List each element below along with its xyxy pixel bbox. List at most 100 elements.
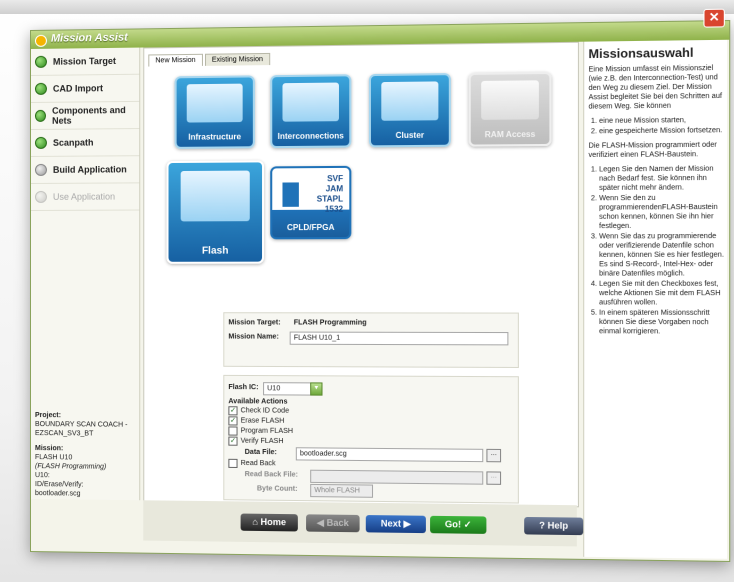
- help-intro: Eine Mission umfasst ein Missionsziel (w…: [588, 64, 722, 111]
- data-file-browse-button[interactable]: ...: [486, 448, 502, 463]
- help-flash-list: Legen Sie den Namen der Mission nach Bed…: [599, 164, 727, 336]
- infrastructure-icon: [186, 83, 243, 123]
- read-back-checkbox[interactable]: Read Back: [228, 458, 276, 469]
- sidebar-item-label: Use Application: [52, 191, 116, 202]
- checkbox-label: Read Back: [240, 459, 276, 468]
- format-label: SVF: [327, 174, 344, 184]
- cluster-tile[interactable]: Cluster: [368, 73, 451, 148]
- help-flash-intro: Die FLASH-Mission programmiert oder veri…: [588, 141, 717, 160]
- tab-existing-mission[interactable]: Existing Mission: [204, 52, 271, 66]
- mission-tabs: New Mission Existing Mission: [148, 52, 272, 67]
- flash-chip-icon: [180, 170, 250, 222]
- available-actions-heading: Available Actions: [228, 398, 288, 406]
- sidebar-item-label: Build Application: [52, 164, 127, 175]
- home-button[interactable]: ⌂ Home: [240, 513, 298, 532]
- list-item: Legen Sie den Namen der Mission nach Bed…: [599, 164, 727, 193]
- cpld-formats: SVF JAM STAPL 1532: [317, 174, 343, 215]
- check-id-code-checkbox[interactable]: ✓ Check ID Code: [228, 406, 289, 416]
- format-label: 1532: [324, 204, 344, 214]
- checkbox-checked-icon: ✓: [228, 406, 238, 416]
- tile-label: Interconnections: [277, 131, 344, 141]
- tab-new-mission[interactable]: New Mission: [148, 53, 203, 67]
- go-button[interactable]: Go! ✓: [430, 515, 487, 534]
- mission-name-label: Mission Name:: [228, 333, 279, 341]
- mission-line: (FLASH Programming): [34, 463, 107, 471]
- next-button[interactable]: Next ▶: [365, 515, 426, 534]
- status-green-icon: [34, 55, 47, 68]
- chevron-down-icon[interactable]: ▾: [310, 382, 323, 396]
- status-green-icon: [34, 109, 47, 122]
- list-item: In einem späteren Missionsschritt können…: [599, 309, 727, 337]
- interconnections-icon: [282, 82, 339, 122]
- verify-flash-checkbox[interactable]: ✓ Verify FLASH: [228, 436, 284, 447]
- tile-label: Flash: [201, 245, 229, 257]
- sidebar-item-label: Mission Target: [52, 55, 116, 67]
- checkbox-label: Program FLASH: [240, 427, 294, 436]
- home-button-label: Home: [260, 516, 287, 528]
- top-shadow-strip: [0, 0, 734, 14]
- cpld-fpga-tile[interactable]: SVF JAM STAPL 1532 CPLD/FPGA: [270, 165, 352, 240]
- sidebar-item-cad-import[interactable]: CAD Import: [30, 74, 140, 103]
- mission-name-input[interactable]: FLASH U10_1: [289, 331, 509, 346]
- mission-assist-window: Mission Assist ✕ Mission Target CAD Impo…: [30, 8, 731, 562]
- checkbox-unchecked-icon: [228, 426, 238, 436]
- mission-line: bootloader.scg: [34, 490, 81, 498]
- read-back-file-input: [310, 469, 484, 485]
- erase-flash-checkbox[interactable]: ✓ Erase FLASH: [228, 416, 284, 426]
- read-back-browse-button: ...: [486, 471, 502, 485]
- cluster-icon: [381, 81, 439, 121]
- sidebar-item-use-application: Use Application: [30, 183, 140, 211]
- tile-label: CPLD/FPGA: [286, 222, 335, 233]
- sidebar-item-label: CAD Import: [52, 83, 104, 94]
- list-item: eine gespeicherte Mission fortsetzen.: [599, 126, 727, 136]
- app-logo-icon: [34, 34, 47, 47]
- back-button-label: Back: [326, 517, 349, 529]
- window-title: Mission Assist: [50, 31, 128, 45]
- status-grey-icon: [34, 190, 47, 203]
- main-content: New Mission Existing Mission Infrastruct…: [143, 41, 579, 508]
- project-info: Project: BOUNDARY SCAN COACH - EZSCAN_SV…: [35, 411, 135, 499]
- sidebar-item-label: Scanpath: [52, 137, 94, 148]
- checkbox-unchecked-icon: [228, 458, 238, 468]
- byte-count-input: Whole FLASH: [310, 483, 374, 498]
- help-pane: Missionsauswahl Eine Mission umfasst ein…: [583, 39, 728, 559]
- format-label: JAM: [325, 184, 344, 194]
- checkbox-label: Check ID Code: [240, 407, 290, 415]
- help-button[interactable]: ? Help: [524, 516, 584, 536]
- mission-steps-sidebar: Mission Target CAD Import Components and…: [30, 47, 141, 501]
- tile-label: RAM Access: [484, 129, 536, 140]
- flash-tile[interactable]: Flash: [166, 160, 265, 264]
- mission-target-value: FLASH Programming: [293, 319, 367, 327]
- list-item: Legen Sie mit den Checkboxes fest, welch…: [599, 280, 727, 308]
- sidebar-item-scanpath[interactable]: Scanpath: [30, 129, 140, 157]
- program-flash-checkbox[interactable]: Program FLASH: [228, 426, 293, 436]
- mission-target-label: Mission Target:: [228, 319, 281, 327]
- checkbox-checked-icon: ✓: [228, 416, 238, 426]
- data-file-input[interactable]: bootloader.scg: [295, 447, 484, 463]
- list-item: Wenn Sie das zu programmierende oder ver…: [599, 232, 727, 279]
- list-item: eine neue Mission starten,: [599, 116, 727, 126]
- help-title: Missionsauswahl: [588, 45, 694, 62]
- close-button[interactable]: ✕: [703, 8, 725, 28]
- list-item: Wenn Sie den zu programmierendenFLASH-Ba…: [599, 193, 727, 231]
- infrastructure-tile[interactable]: Infrastructure: [174, 75, 255, 149]
- go-button-label: Go!: [444, 519, 462, 530]
- ram-access-icon: [481, 80, 539, 120]
- navigation-button-bar: ⌂ Home ◀ Back Next ▶ Go! ✓ ? Help: [143, 500, 584, 547]
- interconnections-tile[interactable]: Interconnections: [270, 74, 352, 149]
- sidebar-item-label: Components and Nets: [52, 105, 126, 126]
- ram-access-tile: RAM Access: [468, 71, 552, 147]
- status-grey-icon: [34, 163, 47, 176]
- checkbox-label: Verify FLASH: [240, 437, 284, 446]
- sidebar-item-build-application[interactable]: Build Application: [30, 156, 140, 184]
- help-intro-list: eine neue Mission starten, eine gespeich…: [599, 116, 727, 137]
- cpld-chip-icon: [282, 182, 299, 207]
- flash-settings-panel: Flash IC: U10 ▾ Available Actions ✓ Check…: [223, 374, 519, 504]
- sidebar-item-mission-target[interactable]: Mission Target: [30, 47, 140, 76]
- sidebar-item-components-and-nets[interactable]: Components and Nets: [30, 101, 140, 130]
- mission-target-panel: Mission Target: FLASH Programming Missio…: [223, 312, 519, 369]
- checkbox-label: Erase FLASH: [240, 417, 285, 425]
- checkbox-checked-icon: ✓: [228, 436, 238, 446]
- read-back-file-label: Read Back File:: [244, 471, 299, 479]
- status-green-icon: [34, 136, 47, 149]
